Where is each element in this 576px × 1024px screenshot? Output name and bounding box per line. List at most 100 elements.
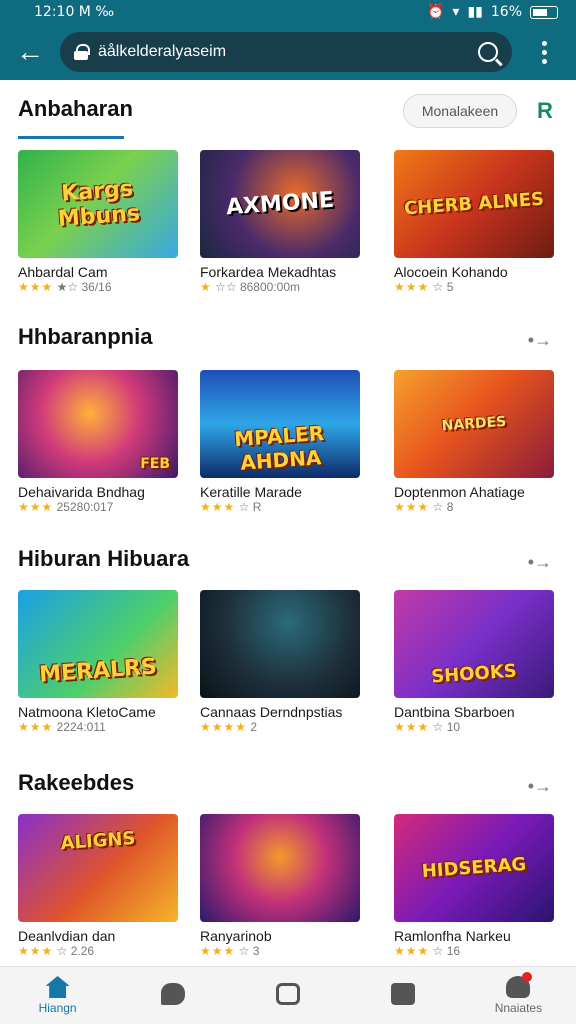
star-icons: ★★★ (394, 944, 430, 958)
game-rating: ★ ☆☆ 86800:00m (200, 280, 360, 294)
thumbnail-art: Kargs Mbuns (57, 176, 141, 232)
star-icons: ★★★ (18, 720, 54, 734)
game-thumbnail: HIDSERAG (394, 814, 554, 922)
game-rating: ★★★ ☆ 16 (394, 944, 554, 958)
back-arrow-icon[interactable]: ← (0, 24, 60, 80)
search-icon[interactable] (478, 42, 498, 62)
game-name: Ranyarinob (200, 928, 272, 944)
section-title: Hiburan Hibuara (18, 546, 190, 571)
thumbnail-art: MERALRS (38, 654, 158, 688)
thumbnail-art: HIDSERAG (421, 853, 527, 883)
game-card[interactable]: Ranyarinob ★★★ ☆ 3 (200, 814, 360, 958)
thumbnail-art: AXMONE (225, 187, 335, 221)
home-icon (45, 976, 70, 998)
alarm-icon: ⏰ (426, 4, 445, 20)
game-rating: ★★★ ☆ R (200, 500, 360, 514)
filter-button[interactable]: Monalakeen (403, 94, 517, 128)
tab-underline (18, 136, 124, 139)
game-card[interactable]: FEB Dehaivarida Bndhag ★★★ 25280:017 (18, 370, 178, 514)
game-card[interactable]: Kargs Mbuns Ahbardal Cam ★★★ ★☆ 36/16 (18, 150, 178, 294)
game-card[interactable]: HIDSERAG Ramlonfha Narkeu ★★★ ☆ 16 (394, 814, 554, 958)
star-icons: ★★★ (394, 280, 430, 294)
game-rating: ★★★ 2224:011 (18, 720, 178, 734)
game-rating: ★★★ ☆ 3 (200, 944, 360, 958)
game-card[interactable]: NARDES Doptenmon Ahatiage ★★★ ☆ 8 (394, 370, 554, 514)
see-more-icon[interactable]: •→ (528, 330, 552, 351)
nav-camera[interactable] (230, 967, 345, 1024)
rating-meta: ☆ R (238, 500, 262, 514)
nav-wallet[interactable] (346, 967, 461, 1024)
bottom-navigation: Hiangn Nnaiates (0, 966, 576, 1024)
game-rating: ★★★ ☆ 2.26 (18, 944, 178, 958)
rating-meta: 25280:017 (56, 500, 114, 514)
overflow-menu-icon[interactable] (512, 40, 576, 64)
game-thumbnail: ALIGNS (18, 814, 178, 922)
rating-meta: ☆ 5 (432, 280, 454, 294)
game-rating: ★★★ ☆ 10 (394, 720, 554, 734)
nav-profile[interactable]: Nnaiates (461, 967, 576, 1024)
star-icons: ★★★ (18, 500, 54, 514)
rating-meta: 2224:011 (56, 720, 106, 734)
game-rating: ★★★ ★☆ 36/16 (18, 280, 178, 294)
see-more-icon[interactable]: •→ (528, 552, 552, 573)
status-icons: ⏰ ▾ ▮▮ 16% (427, 4, 558, 20)
see-more-icon[interactable]: •→ (528, 776, 552, 797)
game-card[interactable]: Cannaas Derndnpstias ★★★★ 2 (200, 590, 360, 734)
url-text: äålkelderalyaseim (98, 43, 227, 60)
game-card[interactable]: MERALRS Natmoona KletoCame ★★★ 2224:011 (18, 590, 178, 734)
nav-chat[interactable] (115, 967, 230, 1024)
battery-icon (530, 5, 558, 19)
filter-icon[interactable]: R (530, 96, 560, 126)
section-title: Rakeebdes (18, 770, 135, 795)
game-name: Natmoona KletoCame (18, 704, 156, 720)
rating-meta: ☆☆ 86800:00m (215, 280, 301, 294)
notification-badge (522, 972, 532, 982)
game-card[interactable]: ALIGNS Deanlvdian dan ★★★ ☆ 2.26 (18, 814, 178, 958)
star-icons: ★★★ (394, 500, 430, 514)
game-card[interactable]: CHERB ALNES Alocoein Kohando ★★★ ☆ 5 (394, 150, 554, 294)
rating-meta: ☆ 8 (432, 500, 454, 514)
nav-home[interactable]: Hiangn (0, 967, 115, 1024)
game-card[interactable]: MPALER AHDNA Keratille Marade ★★★ ☆ R (200, 370, 360, 514)
game-thumbnail (200, 814, 360, 922)
thumbnail-art (208, 639, 352, 649)
game-thumbnail: MERALRS (18, 590, 178, 698)
game-thumbnail: MPALER AHDNA (200, 370, 360, 478)
battery-percent: 16% (490, 4, 522, 20)
rating-meta: ★☆ 36/16 (56, 280, 112, 294)
star-icons: ★★★ (200, 944, 236, 958)
game-thumbnail: CHERB ALNES (394, 150, 554, 258)
rating-meta: ☆ 10 (432, 720, 461, 734)
camera-icon (276, 983, 300, 1005)
nav-label: Nnaiates (494, 1001, 543, 1015)
browser-toolbar: ← äålkelderalyaseim (0, 24, 576, 80)
rating-meta: ☆ 3 (238, 944, 260, 958)
thumbnail-art: NARDES (441, 413, 507, 435)
star-icons: ★★★ (394, 720, 430, 734)
game-thumbnail: Kargs Mbuns (18, 150, 178, 258)
lock-icon (74, 44, 90, 60)
game-name: Dantbina Sbarboen (394, 704, 515, 720)
game-rating: ★★★★ 2 (200, 720, 360, 734)
game-thumbnail: AXMONE (200, 150, 360, 258)
game-rating: ★★★ 25280:017 (18, 500, 178, 514)
game-thumbnail: FEB (18, 370, 178, 478)
game-thumbnail (200, 590, 360, 698)
url-bar[interactable]: äålkelderalyaseim (60, 32, 512, 72)
status-bar: 12:10 M ‰ ⏰ ▾ ▮▮ 16% (0, 0, 576, 24)
chat-icon (160, 983, 185, 1005)
thumbnail-art (208, 863, 352, 873)
game-thumbnail: SHOOKS (394, 590, 554, 698)
game-card[interactable]: SHOOKS Dantbina Sbarboen ★★★ ☆ 10 (394, 590, 554, 734)
game-name: Dehaivarida Bndhag (18, 484, 145, 500)
game-name: Cannaas Derndnpstias (200, 704, 343, 720)
thumbnail-art: ALIGNS (59, 827, 137, 855)
thumbnail-art: SHOOKS (430, 660, 518, 688)
game-name: Forkardea Mekadhtas (200, 264, 337, 280)
star-icons: ★ (200, 280, 212, 294)
rating-meta: ☆ 2.26 (56, 944, 95, 958)
section-title: Hhbaranpnia (18, 324, 153, 349)
game-card[interactable]: AXMONE Forkardea Mekadhtas ★ ☆☆ 86800:00… (200, 150, 360, 294)
game-rating: ★★★ ☆ 8 (394, 500, 554, 514)
section-title: Anbaharan (18, 96, 133, 121)
